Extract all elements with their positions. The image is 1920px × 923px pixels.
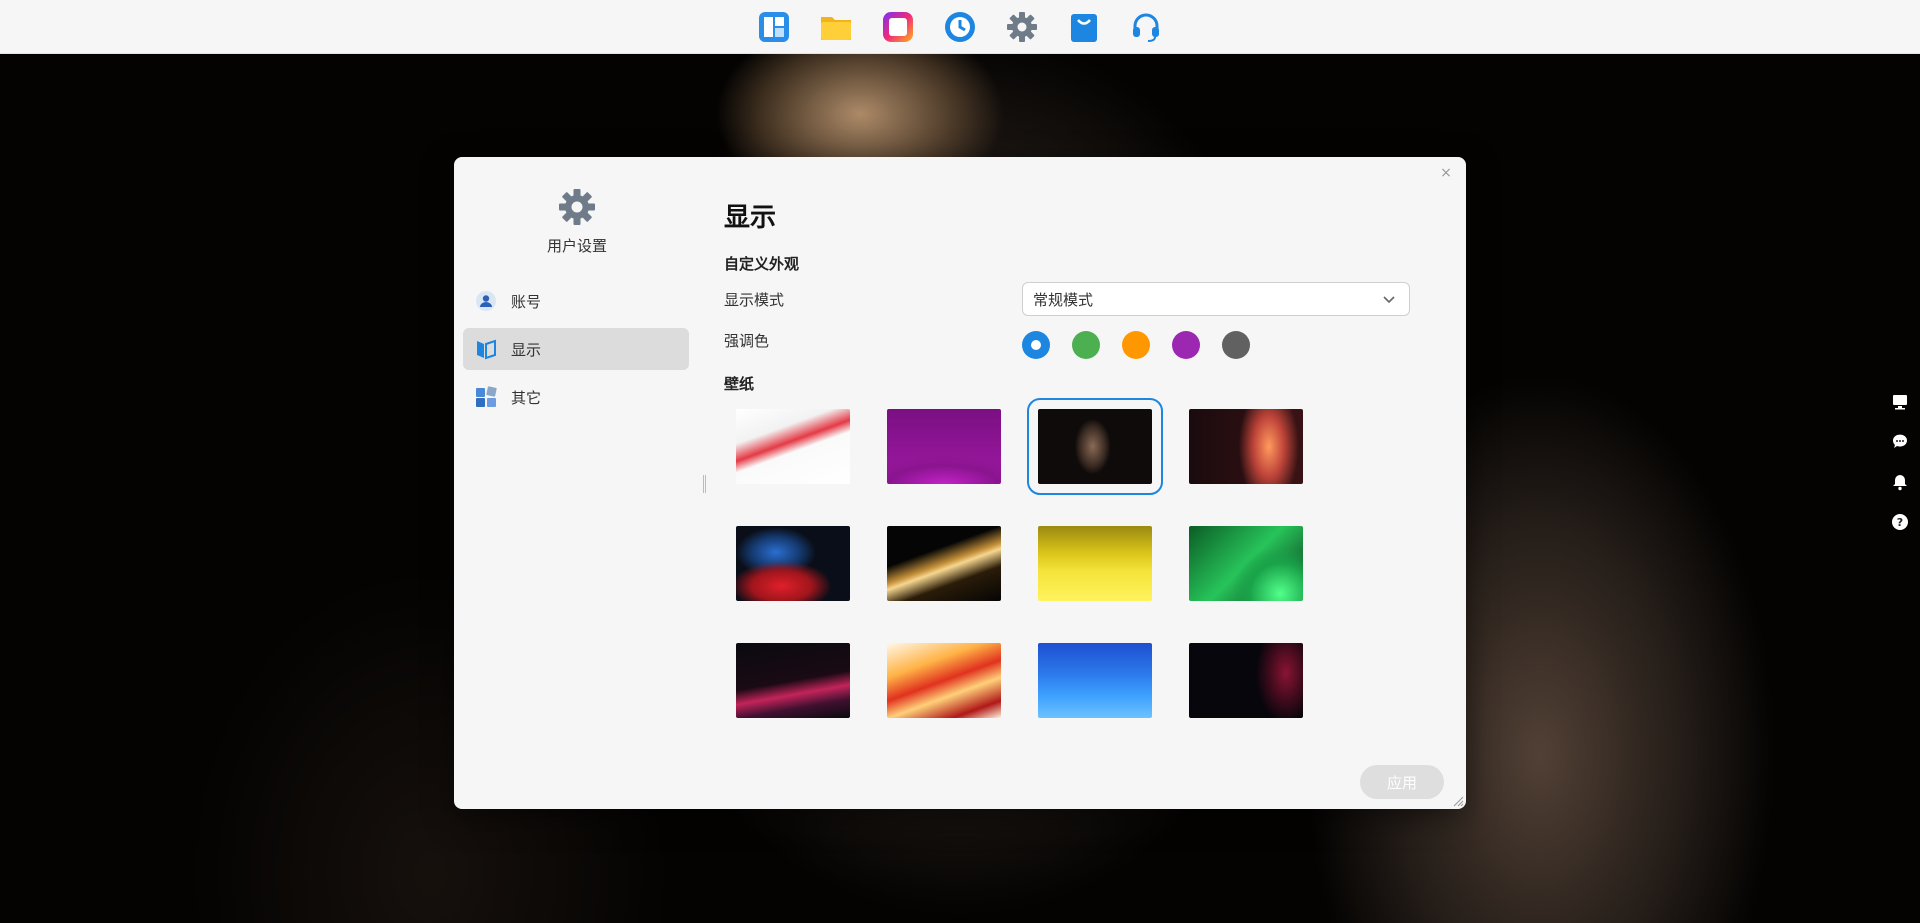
wallpaper-thumb-red-orange-silk[interactable] (887, 643, 1001, 718)
user-icon (475, 290, 497, 312)
accent-swatch[interactable] (1072, 331, 1100, 359)
accent-color-label: 强调色 (724, 332, 770, 350)
wallpaper-thumb-dark-crimson[interactable] (1189, 643, 1303, 718)
support-headset-icon[interactable] (1128, 9, 1164, 45)
wallpaper-heading: 壁纸 (724, 375, 755, 393)
wallpaper-thumb-green-swirl[interactable] (1189, 526, 1303, 601)
wallpaper-grid (736, 398, 1312, 718)
wallpaper-thumb-blue-red-smoke[interactable] (736, 526, 850, 601)
chat-icon[interactable] (1891, 433, 1909, 451)
wallpaper-thumb-pink-streak-dark[interactable] (736, 643, 850, 718)
resize-grip-icon[interactable] (1450, 793, 1464, 807)
settings-gear-icon[interactable] (1004, 9, 1040, 45)
sidebar-title: 用户设置 (546, 237, 607, 255)
app-store-bag-icon[interactable] (1066, 9, 1102, 45)
sidebar-item-account[interactable]: 账号 (463, 280, 689, 322)
dashboard-app-icon[interactable] (756, 9, 792, 45)
sidebar-item-label: 账号 (511, 292, 542, 311)
wallpaper-thumb-golden-wave-black[interactable] (887, 526, 1001, 601)
sidebar-item-label: 显示 (511, 340, 542, 359)
wallpaper-thumb-yellow-hills[interactable] (1038, 526, 1152, 601)
settings-nav: 账号 显示 其它 (463, 280, 689, 424)
accent-swatch[interactable] (1022, 331, 1050, 359)
apps-grid-icon (475, 386, 497, 408)
settings-window: × 用户设置 账号 显示 其它 显示 自定义外观 显示模式 常规模式 强调色 壁… (454, 157, 1466, 809)
wallpaper-thumb-purple-waves[interactable] (887, 409, 1001, 484)
display-mode-select[interactable]: 常规模式 (1022, 282, 1410, 316)
display-icon (475, 338, 497, 360)
chevron-down-icon (1383, 296, 1395, 304)
bell-icon[interactable] (1891, 473, 1909, 491)
file-manager-icon[interactable] (818, 9, 854, 45)
display-mode-value: 常规模式 (1033, 290, 1094, 309)
custom-appearance-heading: 自定义外观 (724, 255, 800, 273)
display-settings-panel: 显示 自定义外观 显示模式 常规模式 强调色 壁纸 (724, 157, 1444, 809)
monitor-icon[interactable] (1891, 393, 1909, 411)
backup-clock-icon[interactable] (942, 9, 978, 45)
display-mode-label: 显示模式 (724, 291, 785, 309)
help-icon[interactable]: ? (1891, 513, 1909, 531)
sidebar-item-label: 其它 (511, 388, 542, 407)
wallpaper-thumb-blue-layers[interactable] (1038, 643, 1152, 718)
sidebar-item-display[interactable]: 显示 (463, 328, 689, 370)
wallpaper-thumb-orange-glow-dark[interactable] (1189, 409, 1303, 484)
photo-app-icon[interactable] (880, 9, 916, 45)
sidebar-header: 用户设置 (454, 187, 700, 256)
settings-sidebar: 用户设置 账号 显示 其它 (454, 157, 700, 809)
user-settings-gear-icon (559, 189, 595, 225)
accent-swatch[interactable] (1222, 331, 1250, 359)
accent-color-picker (1022, 331, 1250, 359)
sidebar-resize-handle[interactable] (703, 475, 706, 493)
wallpaper-thumb-dark-dog[interactable] (1027, 398, 1163, 495)
taskbar (0, 0, 1920, 54)
right-rail: ? (1890, 393, 1910, 531)
page-title: 显示 (724, 203, 777, 233)
accent-swatch[interactable] (1172, 331, 1200, 359)
accent-swatch[interactable] (1122, 331, 1150, 359)
apply-button[interactable]: 应用 (1360, 765, 1444, 799)
wallpaper-thumb-red-ribbon-white[interactable] (736, 409, 850, 484)
sidebar-item-other[interactable]: 其它 (463, 376, 689, 418)
svg-text:?: ? (1897, 516, 1903, 529)
